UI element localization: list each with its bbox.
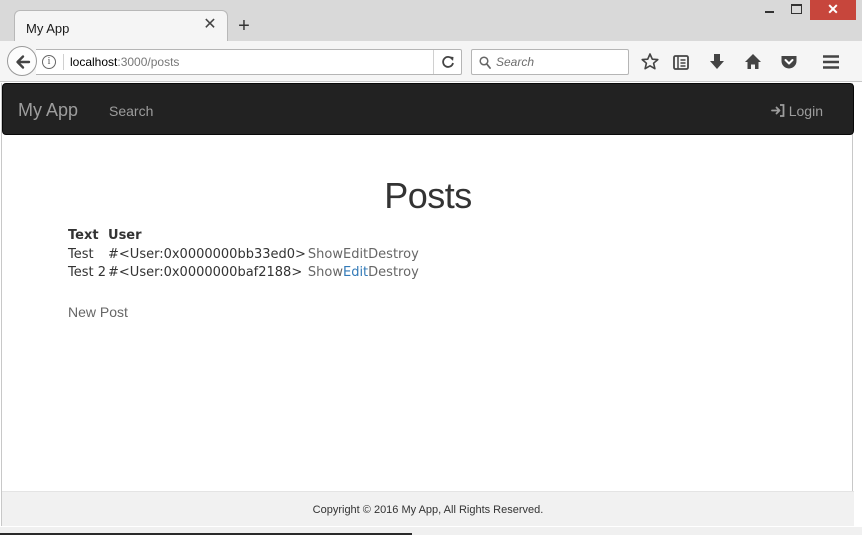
column-header-text: Text — [68, 227, 99, 243]
posts-table: Text User Test #<User:0x0000000bb33ed0> … — [68, 225, 419, 281]
post-text-cell: Test — [68, 246, 94, 262]
url-separator — [63, 54, 64, 70]
url-text[interactable]: localhost:3000/posts — [70, 55, 179, 69]
window-minimize-button[interactable] — [755, 0, 783, 20]
browser-search-input[interactable] — [496, 53, 624, 71]
post-text-cell: Test 2 — [68, 264, 107, 280]
column-header-actions — [308, 225, 419, 245]
copyright-text: Copyright © 2016 My App, All Rights Rese… — [312, 504, 544, 516]
url-path: :3000/posts — [117, 55, 180, 69]
tab-title: My App — [26, 21, 70, 36]
edit-link[interactable]: Edit — [343, 247, 368, 262]
table-header-row: Text User — [68, 225, 419, 245]
show-link[interactable]: Show — [308, 265, 343, 280]
home-icon[interactable] — [742, 51, 764, 73]
nav-search-link[interactable]: Search — [109, 103, 153, 119]
post-user-cell: #<User:0x0000000baf2188> — [108, 264, 303, 280]
destroy-link[interactable]: Destroy — [368, 247, 419, 262]
table-row: Test #<User:0x0000000bb33ed0> ShowEditDe… — [68, 245, 419, 263]
app-navbar: My App Search Login — [2, 83, 854, 135]
page-viewport: My App Search Login Posts Text User Test… — [1, 83, 854, 526]
bookmark-star-icon[interactable] — [639, 51, 661, 73]
tab-close-icon[interactable]: ✕ — [201, 16, 219, 34]
browser-toolbar: i localhost:3000/posts — [0, 41, 862, 82]
reading-list-icon[interactable] — [670, 51, 692, 73]
window-close-button[interactable]: ✕ — [810, 0, 856, 20]
post-user-cell: #<User:0x0000000bb33ed0> — [108, 246, 306, 262]
tab-my-app[interactable]: My App ✕ — [14, 10, 228, 42]
search-icon — [479, 56, 491, 69]
nav-login-link[interactable]: Login — [770, 103, 823, 119]
back-button[interactable] — [7, 46, 37, 76]
download-icon[interactable] — [706, 51, 728, 73]
edit-link[interactable]: Edit — [343, 265, 368, 280]
table-row: Test 2 #<User:0x0000000baf2188> ShowEdit… — [68, 263, 419, 281]
menu-hamburger-icon[interactable] — [820, 51, 842, 73]
login-icon — [770, 104, 785, 117]
window-maximize-button[interactable] — [782, 0, 810, 20]
url-bar[interactable]: i localhost:3000/posts — [36, 49, 462, 75]
browser-search-bar[interactable] — [471, 49, 629, 75]
new-tab-button[interactable]: + — [234, 16, 254, 36]
navbar-brand[interactable]: My App — [18, 100, 78, 121]
url-host: localhost — [70, 55, 118, 69]
nav-login-label: Login — [788, 103, 823, 119]
reload-icon[interactable] — [433, 50, 461, 74]
show-link[interactable]: Show — [308, 247, 343, 262]
browser-window: My App ✕ + ✕ i localhost:3000/posts Sear… — [0, 0, 862, 535]
tab-strip: My App ✕ + ✕ — [0, 0, 862, 42]
destroy-link[interactable]: Destroy — [368, 265, 419, 280]
post-actions-cell: ShowEditDestroy — [308, 263, 419, 281]
page-title: Posts — [384, 175, 472, 216]
column-header-user: User — [108, 227, 142, 243]
page-footer: Copyright © 2016 My App, All Rights Rese… — [2, 491, 854, 526]
post-actions-cell: ShowEditDestroy — [308, 245, 419, 263]
site-info-icon[interactable]: i — [42, 55, 56, 69]
pocket-icon[interactable] — [778, 51, 800, 73]
new-post-link[interactable]: New Post — [68, 304, 128, 320]
back-arrow-icon — [16, 55, 31, 69]
